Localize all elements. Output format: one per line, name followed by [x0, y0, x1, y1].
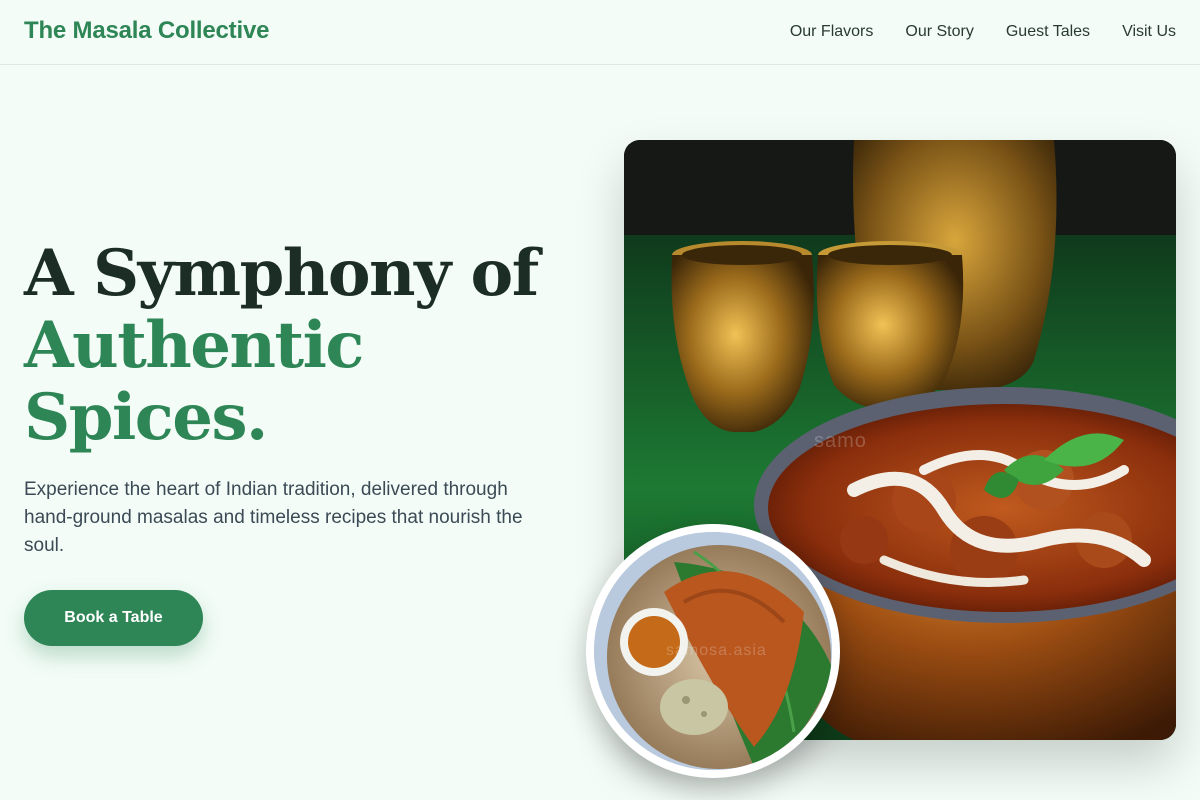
- book-table-button[interactable]: Book a Table: [24, 590, 203, 646]
- nav-link-visit-us[interactable]: Visit Us: [1122, 22, 1176, 42]
- thumb-image-watermark: samosa.asia: [666, 642, 767, 659]
- site-header: The Masala Collective Our Flavors Our St…: [0, 0, 1200, 65]
- main-image-watermark: samo: [814, 430, 867, 452]
- hero-title-accent: Authentic Spices.: [24, 308, 364, 455]
- main-nav: Our Flavors Our Story Guest Tales Visit …: [790, 22, 1176, 42]
- nav-link-guest-tales[interactable]: Guest Tales: [1006, 22, 1090, 42]
- hero-title-line: A Symphony of: [24, 236, 539, 311]
- hero-description: Experience the heart of Indian tradition…: [24, 479, 523, 556]
- hero-title: A Symphony of Authentic Spices.: [24, 238, 584, 454]
- brand-logo-link[interactable]: The Masala Collective: [24, 17, 269, 45]
- nav-link-our-flavors[interactable]: Our Flavors: [790, 22, 874, 42]
- dosa-thumbnail: samosa.asia: [586, 524, 840, 778]
- nav-link-our-story[interactable]: Our Story: [905, 22, 973, 42]
